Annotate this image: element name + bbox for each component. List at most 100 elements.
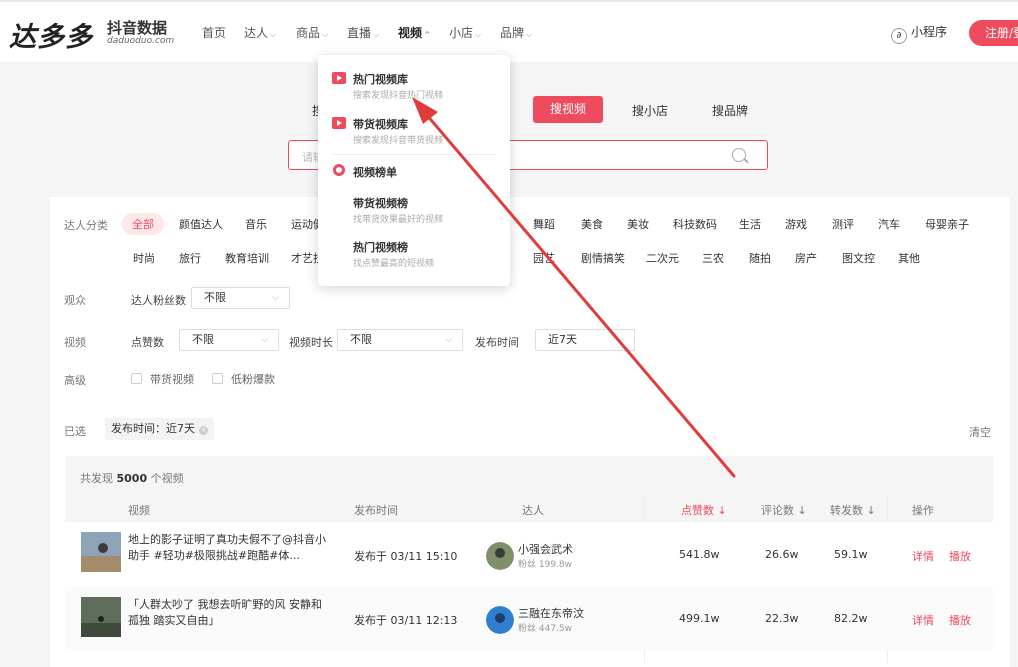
category-chip[interactable]: 全部 xyxy=(122,213,164,235)
column-likes[interactable]: 点赞数 ↓ xyxy=(681,502,727,518)
menu-item-hot-video-ranking[interactable]: 热门视频榜 找点赞最高的短视频 xyxy=(318,236,510,270)
play-link[interactable]: 播放 xyxy=(949,612,971,628)
category-chip[interactable]: 三农 xyxy=(702,250,724,266)
clear-filters-link[interactable]: 清空 xyxy=(969,424,991,440)
publish-time: 发布于 03/11 12:13 xyxy=(354,614,458,627)
menu-item-title: 热门视频榜 xyxy=(353,241,408,254)
category-chip[interactable]: 科技数码 xyxy=(673,216,717,232)
register-button[interactable]: 注册/登录 xyxy=(969,20,1018,46)
category-chip[interactable]: 测评 xyxy=(832,216,854,232)
chevron-down-icon: ⌵ xyxy=(475,30,482,39)
table-row[interactable]: 「人群太吵了 我想去听旷野的风 安静和孤独 踏实又自由」 发布于 03/11 1… xyxy=(65,587,993,651)
checkbox-box xyxy=(131,373,142,384)
menu-item-desc: 搜索发现抖音热门视频 xyxy=(353,91,444,101)
nav-label: 品牌 xyxy=(500,26,525,40)
publish-select[interactable]: 近7天 ⌵ xyxy=(535,329,635,351)
menu-item-goods-video-ranking[interactable]: 带货视频榜 找带货效果最好的视频 xyxy=(318,192,510,226)
author-name[interactable]: 小强会武术 xyxy=(518,541,573,557)
mini-program-label: 小程序 xyxy=(911,25,948,39)
nav-shop[interactable]: 小店 ⌵ xyxy=(449,24,481,41)
fans-select[interactable]: 不限 ⌵ xyxy=(191,287,290,309)
menu-item-desc: 找点赞最高的短视频 xyxy=(353,259,435,269)
category-chip[interactable]: 时尚 xyxy=(133,250,155,266)
nav-live[interactable]: 直播 ⌵ xyxy=(347,24,379,41)
category-chip[interactable]: 其他 xyxy=(898,250,920,266)
video-thumbnail[interactable] xyxy=(81,532,121,572)
column-shares-label: 转发数 xyxy=(830,504,863,517)
goods-video-checkbox[interactable]: 带货视频 xyxy=(131,371,194,387)
selected-tag-text: 发布时间：近7天 xyxy=(111,422,195,435)
nav-product[interactable]: 商品 ⌵ xyxy=(296,24,328,41)
category-chip[interactable]: 颜值达人 xyxy=(179,216,223,232)
category-chip[interactable]: 房产 xyxy=(795,250,817,266)
category-chip[interactable]: 随拍 xyxy=(749,250,771,266)
nav-label: 直播 xyxy=(347,26,372,40)
video-thumbnail[interactable] xyxy=(81,597,121,637)
category-chip[interactable]: 美妆 xyxy=(627,216,649,232)
checkbox-box xyxy=(212,373,223,384)
top-header: 达多多 抖音数据 daduoduo.com 首页 达人 ⌵ 商品 ⌵ 直播 ⌵ 视频 ^… xyxy=(0,0,1018,62)
category-chip[interactable]: 旅行 xyxy=(179,250,201,266)
logo-subtitle: 抖音数据 xyxy=(107,19,168,37)
search-tab-video[interactable]: 搜视频 xyxy=(533,96,603,123)
chevron-up-icon: ^ xyxy=(424,30,431,39)
sort-icon: ↓ xyxy=(797,504,807,517)
search-tab-brand[interactable]: 搜品牌 xyxy=(712,102,748,119)
detail-link[interactable]: 详情 xyxy=(912,548,934,564)
category-chip[interactable]: 音乐 xyxy=(245,216,267,232)
menu-item-hot-video-library[interactable]: 热门视频库 搜索发现抖音热门视频 xyxy=(318,67,510,101)
category-chip[interactable]: 汽车 xyxy=(878,216,900,232)
category-chip[interactable]: 教育培训 xyxy=(225,250,269,266)
category-chip[interactable]: 剧情搞笑 xyxy=(581,250,625,266)
audience-label: 观众 xyxy=(64,294,86,307)
nav-home[interactable]: 首页 xyxy=(202,24,226,41)
shares-count: 59.1w xyxy=(834,548,868,561)
category-chip[interactable]: 园艺 xyxy=(533,250,555,266)
category-chip[interactable]: 舞蹈 xyxy=(533,216,555,232)
avatar[interactable] xyxy=(486,542,514,570)
comments-count: 22.3w xyxy=(765,612,799,625)
category-chip[interactable]: 二次元 xyxy=(646,250,679,266)
low-fans-hit-checkbox[interactable]: 低粉爆款 xyxy=(212,371,275,387)
column-comments[interactable]: 评论数 ↓ xyxy=(761,502,807,518)
mini-program-link[interactable]: ∂ 小程序 xyxy=(891,23,947,44)
play-link[interactable]: 播放 xyxy=(949,548,971,564)
search-tab-shop[interactable]: 搜小店 xyxy=(632,102,668,119)
menu-item-goods-video-library[interactable]: 带货视频库 搜索发现抖音带货视频 xyxy=(318,112,510,146)
video-title[interactable]: 地上的影子证明了真功夫假不了@抖音小助手 #轻功#极限挑战#跑酷#体... xyxy=(128,532,328,564)
close-icon[interactable]: × xyxy=(199,426,208,435)
nav-brand[interactable]: 品牌 ⌵ xyxy=(500,24,532,41)
publish-time: 发布于 03/11 15:10 xyxy=(354,550,458,563)
nav-video[interactable]: 视频 ^ xyxy=(398,24,431,41)
likes-select[interactable]: 不限 ⌵ xyxy=(179,329,279,351)
category-chip[interactable]: 母婴亲子 xyxy=(925,216,969,232)
category-chip[interactable]: 美食 xyxy=(581,216,603,232)
logo[interactable]: 达多多 xyxy=(9,15,93,54)
advanced-label: 高级 xyxy=(64,374,86,387)
category-chip[interactable]: 图文控 xyxy=(842,250,875,266)
category-chip[interactable]: 游戏 xyxy=(785,216,807,232)
shares-count: 82.2w xyxy=(834,612,868,625)
publish-label: 发布时间 xyxy=(475,336,519,349)
author-name[interactable]: 三融在东帝汶 xyxy=(518,605,584,621)
fans-label: 达人粉丝数 xyxy=(131,294,186,307)
menu-section-title: 视频榜单 xyxy=(353,166,397,179)
column-publish-time: 发布时间 xyxy=(354,504,398,517)
menu-item-title: 带货视频榜 xyxy=(353,197,408,210)
likes-count: 541.8w xyxy=(679,548,720,561)
detail-link[interactable]: 详情 xyxy=(912,612,934,628)
video-title[interactable]: 「人群太吵了 我想去听旷野的风 安静和孤独 踏实又自由」 xyxy=(128,597,328,629)
video-nav-dropdown: 热门视频库 搜索发现抖音热门视频 带货视频库 搜索发现抖音带货视频 视频榜单 带… xyxy=(318,55,510,286)
nav-talent[interactable]: 达人 ⌵ xyxy=(244,24,276,41)
duration-select[interactable]: 不限 ⌵ xyxy=(337,329,463,351)
fans-select-value: 不限 xyxy=(204,291,226,304)
avatar[interactable] xyxy=(486,606,514,634)
column-shares[interactable]: 转发数 ↓ xyxy=(830,502,876,518)
table-row[interactable]: 地上的影子证明了真功夫假不了@抖音小助手 #轻功#极限挑战#跑酷#体... 发布… xyxy=(65,522,993,586)
search-icon[interactable] xyxy=(732,148,746,162)
comments-count: 26.6w xyxy=(765,548,799,561)
logo-domain: daduoduo.com xyxy=(107,36,175,46)
author-fans: 粉丝 199.8w xyxy=(518,560,572,570)
category-chip[interactable]: 生活 xyxy=(739,216,761,232)
chevron-down-icon: ⌵ xyxy=(373,30,380,39)
